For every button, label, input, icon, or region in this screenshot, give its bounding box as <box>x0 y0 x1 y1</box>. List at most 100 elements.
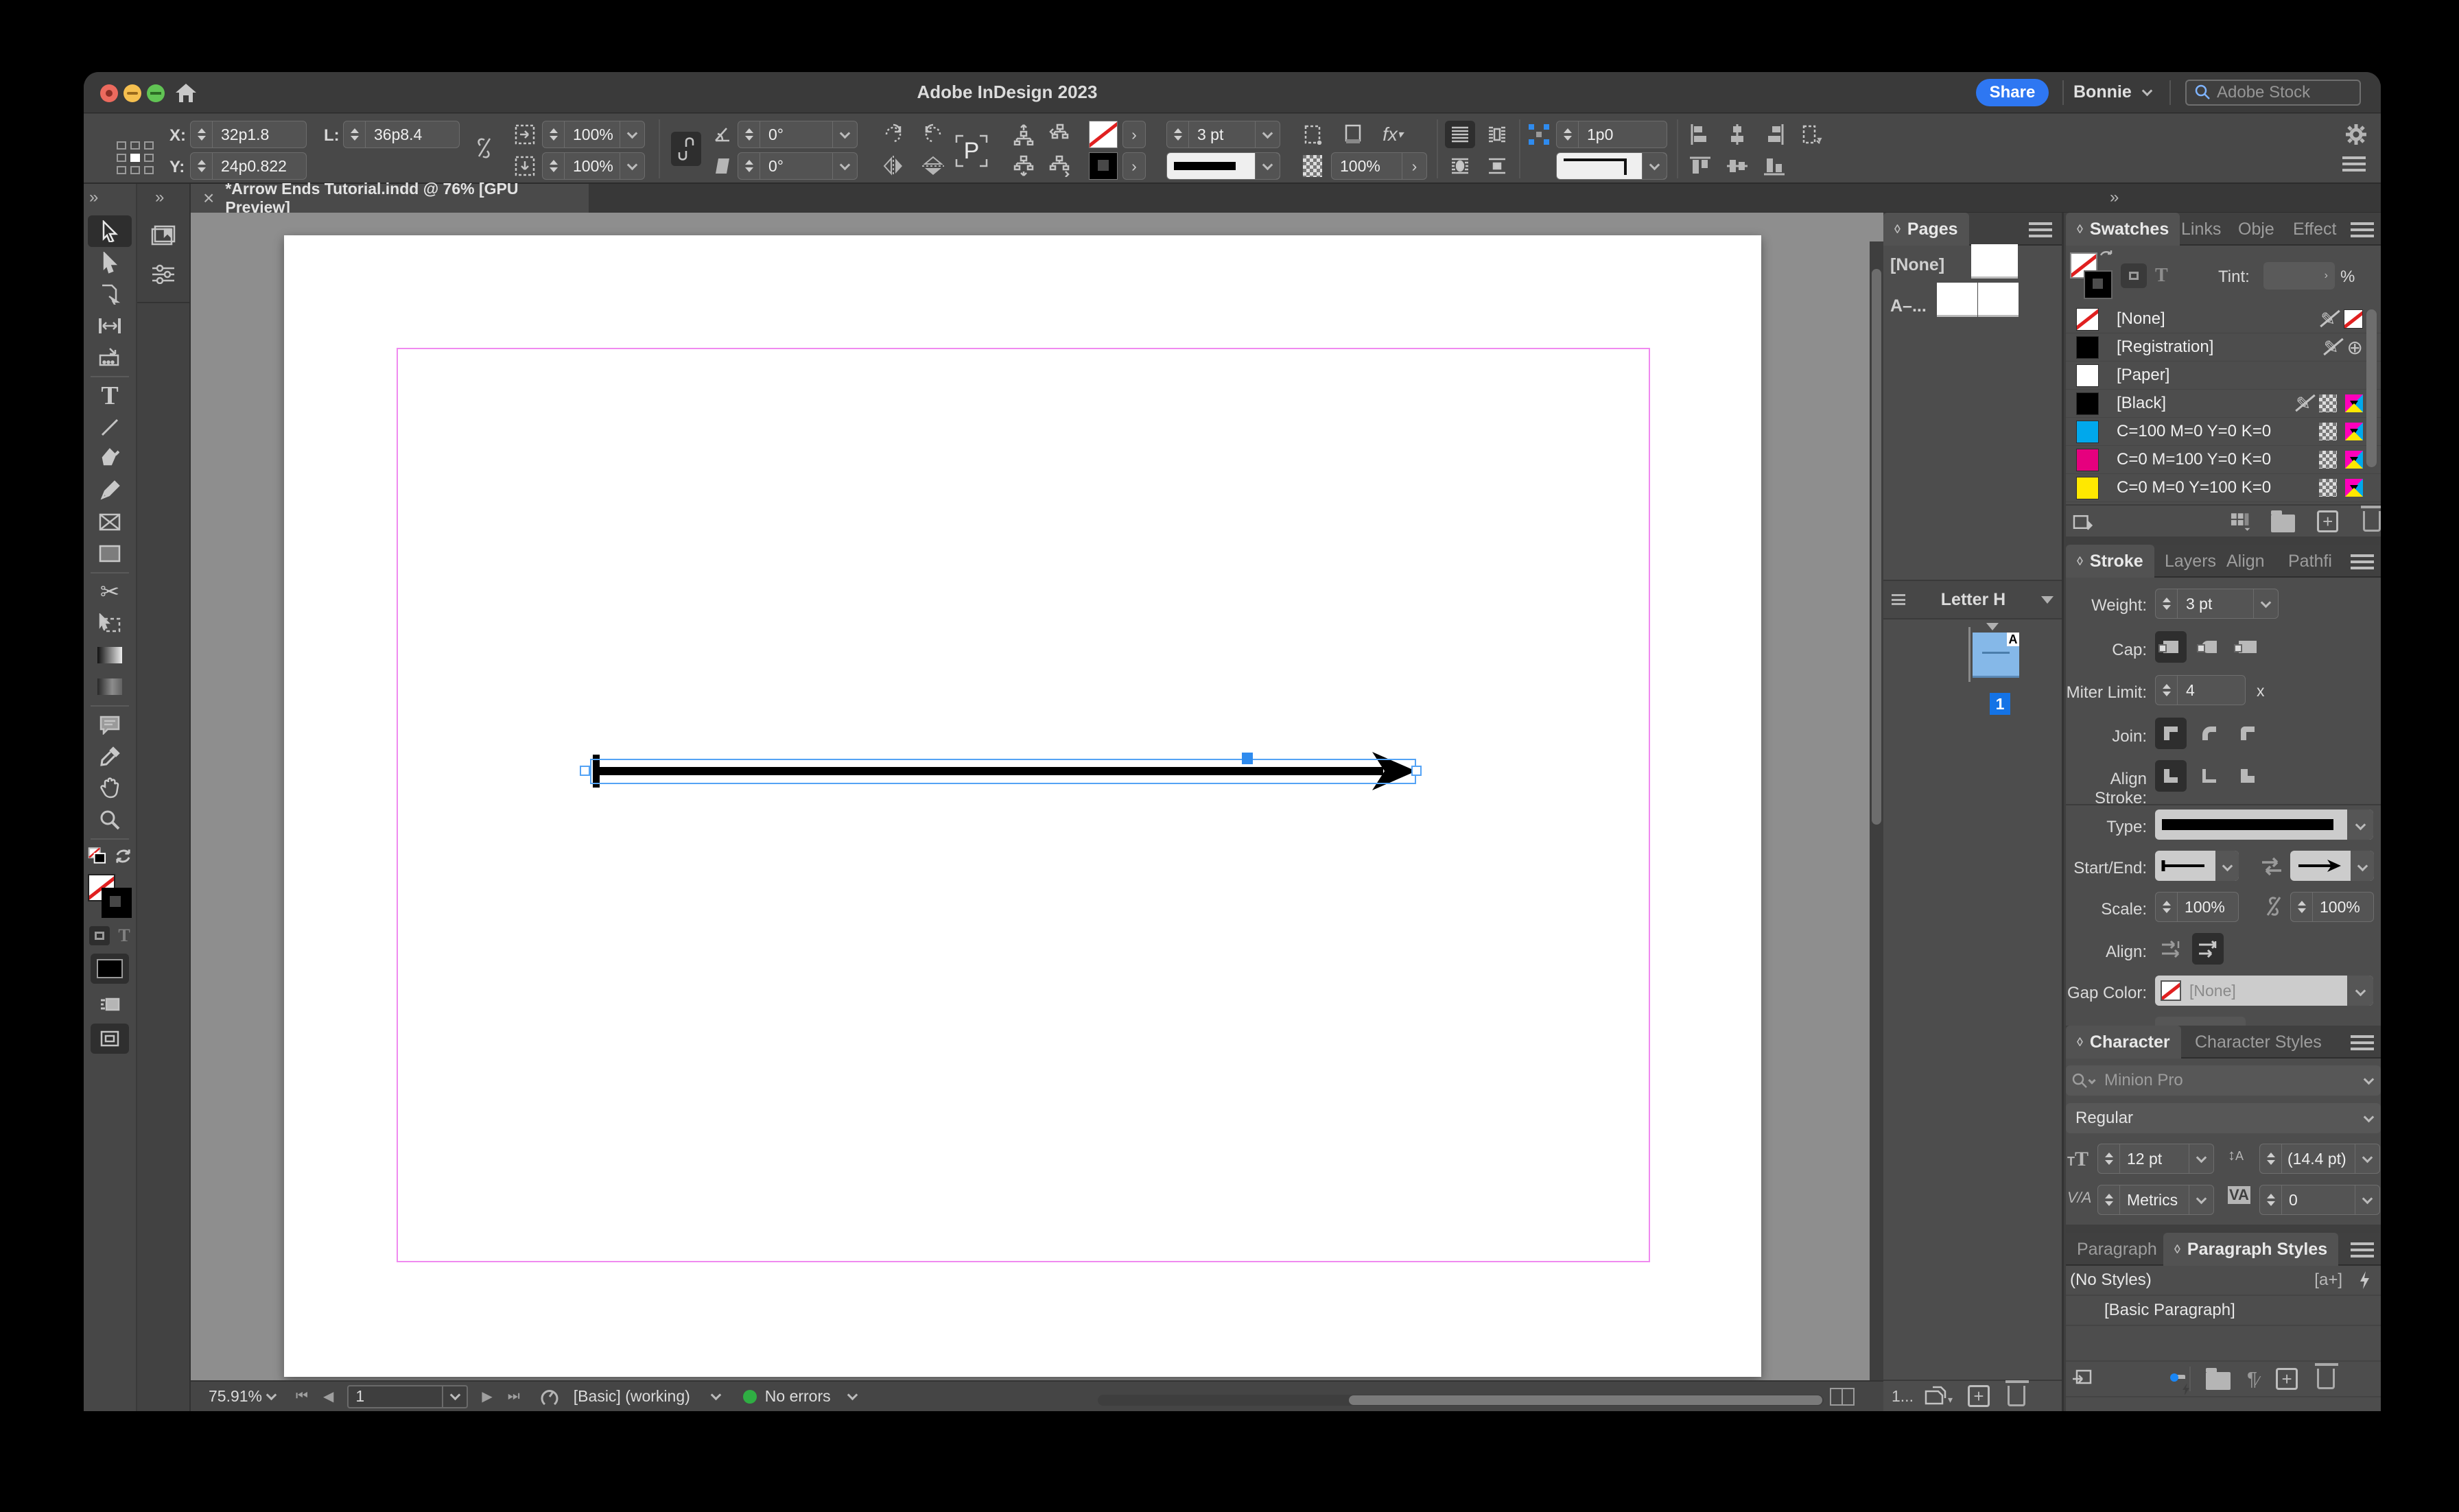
corner-radius-field[interactable]: 1p0 <box>1556 121 1667 148</box>
drop-shadow-icon[interactable] <box>1338 121 1368 148</box>
vertical-scrollbar[interactable] <box>1870 241 1883 1380</box>
gradient-swatch-tool[interactable] <box>88 639 132 671</box>
next-page-button[interactable]: ▶ <box>482 1388 492 1405</box>
align-arrow-extend-button[interactable] <box>2155 933 2187 965</box>
redefine-style-icon[interactable]: [a+] <box>2314 1271 2342 1290</box>
selection-bounding-box[interactable] <box>590 759 1416 784</box>
swatch-row-registration[interactable]: [Registration] ✎ ⊕ <box>2066 333 2381 362</box>
miter-limit-field[interactable]: 4 <box>2155 675 2246 705</box>
mini-fill-stroke-proxy[interactable] <box>88 842 132 870</box>
tab-effects[interactable]: Effect <box>2282 213 2347 246</box>
preflight-icon[interactable] <box>539 1386 560 1407</box>
page-number-field[interactable]: 1 <box>347 1384 469 1408</box>
document-tab[interactable]: × *Arrow Ends Tutorial.indd @ 76% [GPU P… <box>191 180 589 216</box>
master-none-label[interactable]: [None] <box>1890 255 1944 275</box>
butt-cap-button[interactable] <box>2155 631 2187 663</box>
note-tool[interactable] <box>88 709 132 741</box>
selection-handle-right[interactable] <box>1411 766 1422 776</box>
y-position-field[interactable]: 24p0.822 <box>190 152 307 180</box>
style-row-basic[interactable]: [Basic Paragraph] <box>2066 1296 2381 1326</box>
user-menu[interactable]: Bonnie <box>2073 82 2132 102</box>
rotation-field[interactable]: 0° <box>738 121 858 148</box>
collapse-dock-icon[interactable]: » <box>2110 188 2120 207</box>
character-panel-menu-icon[interactable] <box>2351 1035 2374 1050</box>
edit-page-size-icon[interactable] <box>1923 1386 1946 1406</box>
tab-object-styles[interactable]: Obje <box>2227 213 2285 246</box>
free-transform-tool[interactable] <box>88 608 132 639</box>
gap-color-field[interactable]: [None] <box>2155 976 2373 1006</box>
start-scale-field[interactable]: 100% <box>2155 892 2239 922</box>
start-dropdown[interactable] <box>2215 851 2239 881</box>
scale-y-field[interactable]: 100% <box>542 152 645 180</box>
shear-dropdown[interactable] <box>832 153 857 179</box>
select-parent-icon[interactable] <box>1044 121 1074 148</box>
swap-startend-icon[interactable] <box>2259 855 2284 878</box>
page-dropdown[interactable] <box>442 1386 467 1407</box>
wrap-none-button[interactable] <box>1445 121 1475 148</box>
load-styles-icon[interactable] <box>2071 1369 2092 1389</box>
master-a-label[interactable]: A–... <box>1890 296 1927 316</box>
end-scale-field[interactable]: 100% <box>2290 892 2374 922</box>
wrap-jump-object-button[interactable] <box>1482 152 1512 180</box>
font-dropdown[interactable] <box>2356 1065 2381 1096</box>
spread-view-icon[interactable] <box>1830 1388 1855 1406</box>
align-top-button[interactable] <box>1685 152 1715 180</box>
formatting-affects-text-button[interactable]: T <box>118 925 130 946</box>
type-dropdown[interactable] <box>2347 810 2373 840</box>
hand-tool[interactable] <box>88 772 132 804</box>
round-join-button[interactable] <box>2193 718 2225 749</box>
select-container-icon[interactable]: P <box>954 133 989 169</box>
length-stepper[interactable] <box>344 121 366 147</box>
rotate-cw-button[interactable] <box>878 121 908 148</box>
tint-affects-text-button[interactable]: T <box>2155 265 2168 287</box>
zoom-window-button[interactable] <box>147 84 165 102</box>
tracking-dropdown[interactable] <box>2355 1185 2379 1214</box>
stroke-weight-field[interactable]: 3 pt <box>2155 589 2279 619</box>
zoom-level-control[interactable]: 75.91% <box>209 1387 277 1406</box>
gap-tool[interactable] <box>88 310 132 342</box>
close-tab-icon[interactable]: × <box>203 187 214 209</box>
fill-color-swatch[interactable] <box>1089 121 1118 148</box>
kerning-dropdown[interactable] <box>2189 1185 2213 1214</box>
panel-menu-icon[interactable] <box>2342 156 2366 172</box>
stroke-proxy[interactable] <box>102 888 132 918</box>
align-left-button[interactable] <box>1685 121 1715 148</box>
flip-horizontal-button[interactable] <box>878 152 908 180</box>
direct-selection-tool[interactable] <box>88 247 132 279</box>
size-dropdown[interactable] <box>2189 1144 2213 1173</box>
selection-handle-left[interactable] <box>580 766 590 776</box>
leading-field[interactable]: (14.4 pt) <box>2259 1144 2380 1174</box>
select-next-object-icon[interactable] <box>1009 152 1039 180</box>
pages-panel-menu-icon[interactable] <box>2029 222 2052 237</box>
stroke-options-button[interactable]: › <box>1122 152 1146 180</box>
fill-options-button[interactable]: › <box>1122 121 1146 148</box>
stroke-type-field[interactable] <box>2155 810 2373 840</box>
adobe-stock-search[interactable]: Adobe Stock <box>2185 80 2361 106</box>
tab-swatches[interactable]: ◊ Swatches <box>2066 213 2180 246</box>
selection-anchor-point[interactable] <box>1242 753 1253 764</box>
collapse-mini-dock-icon[interactable]: » <box>155 188 165 207</box>
stroke-panel-menu-icon[interactable] <box>2351 554 2374 569</box>
scale-x-dropdown[interactable] <box>620 121 644 147</box>
rectangle-tool[interactable] <box>88 538 132 569</box>
corner-proxy-icon[interactable] <box>1525 121 1553 148</box>
weight-dropdown[interactable] <box>2253 589 2278 618</box>
scissors-tool[interactable]: ✂ <box>88 576 132 608</box>
master-none-thumbnail[interactable] <box>1971 244 2018 279</box>
tab-stroke[interactable]: ◊ Stroke <box>2066 545 2154 578</box>
stroke-color-swatch[interactable] <box>1089 152 1118 180</box>
select-previous-object-icon[interactable] <box>1009 121 1039 148</box>
kerning-field[interactable]: Metrics <box>2097 1185 2214 1215</box>
delete-style-button[interactable] <box>2315 1363 2339 1389</box>
opacity-field[interactable]: 100% › <box>1331 152 1427 180</box>
new-color-group-icon[interactable] <box>2270 510 2295 532</box>
new-page-button[interactable]: + <box>1968 1385 1990 1407</box>
tint-field[interactable]: › <box>2263 262 2335 290</box>
stroke-weight-field[interactable]: 3 pt <box>1166 121 1280 148</box>
zoom-tool[interactable] <box>88 804 132 836</box>
swap-fill-stroke-icon[interactable] <box>2099 250 2114 263</box>
swatch-themes-icon[interactable] <box>2073 512 2093 531</box>
align-bottom-button[interactable] <box>1759 152 1789 180</box>
master-a-thumbnail-left[interactable] <box>1937 283 1977 317</box>
scale-y-dropdown[interactable] <box>620 153 644 179</box>
